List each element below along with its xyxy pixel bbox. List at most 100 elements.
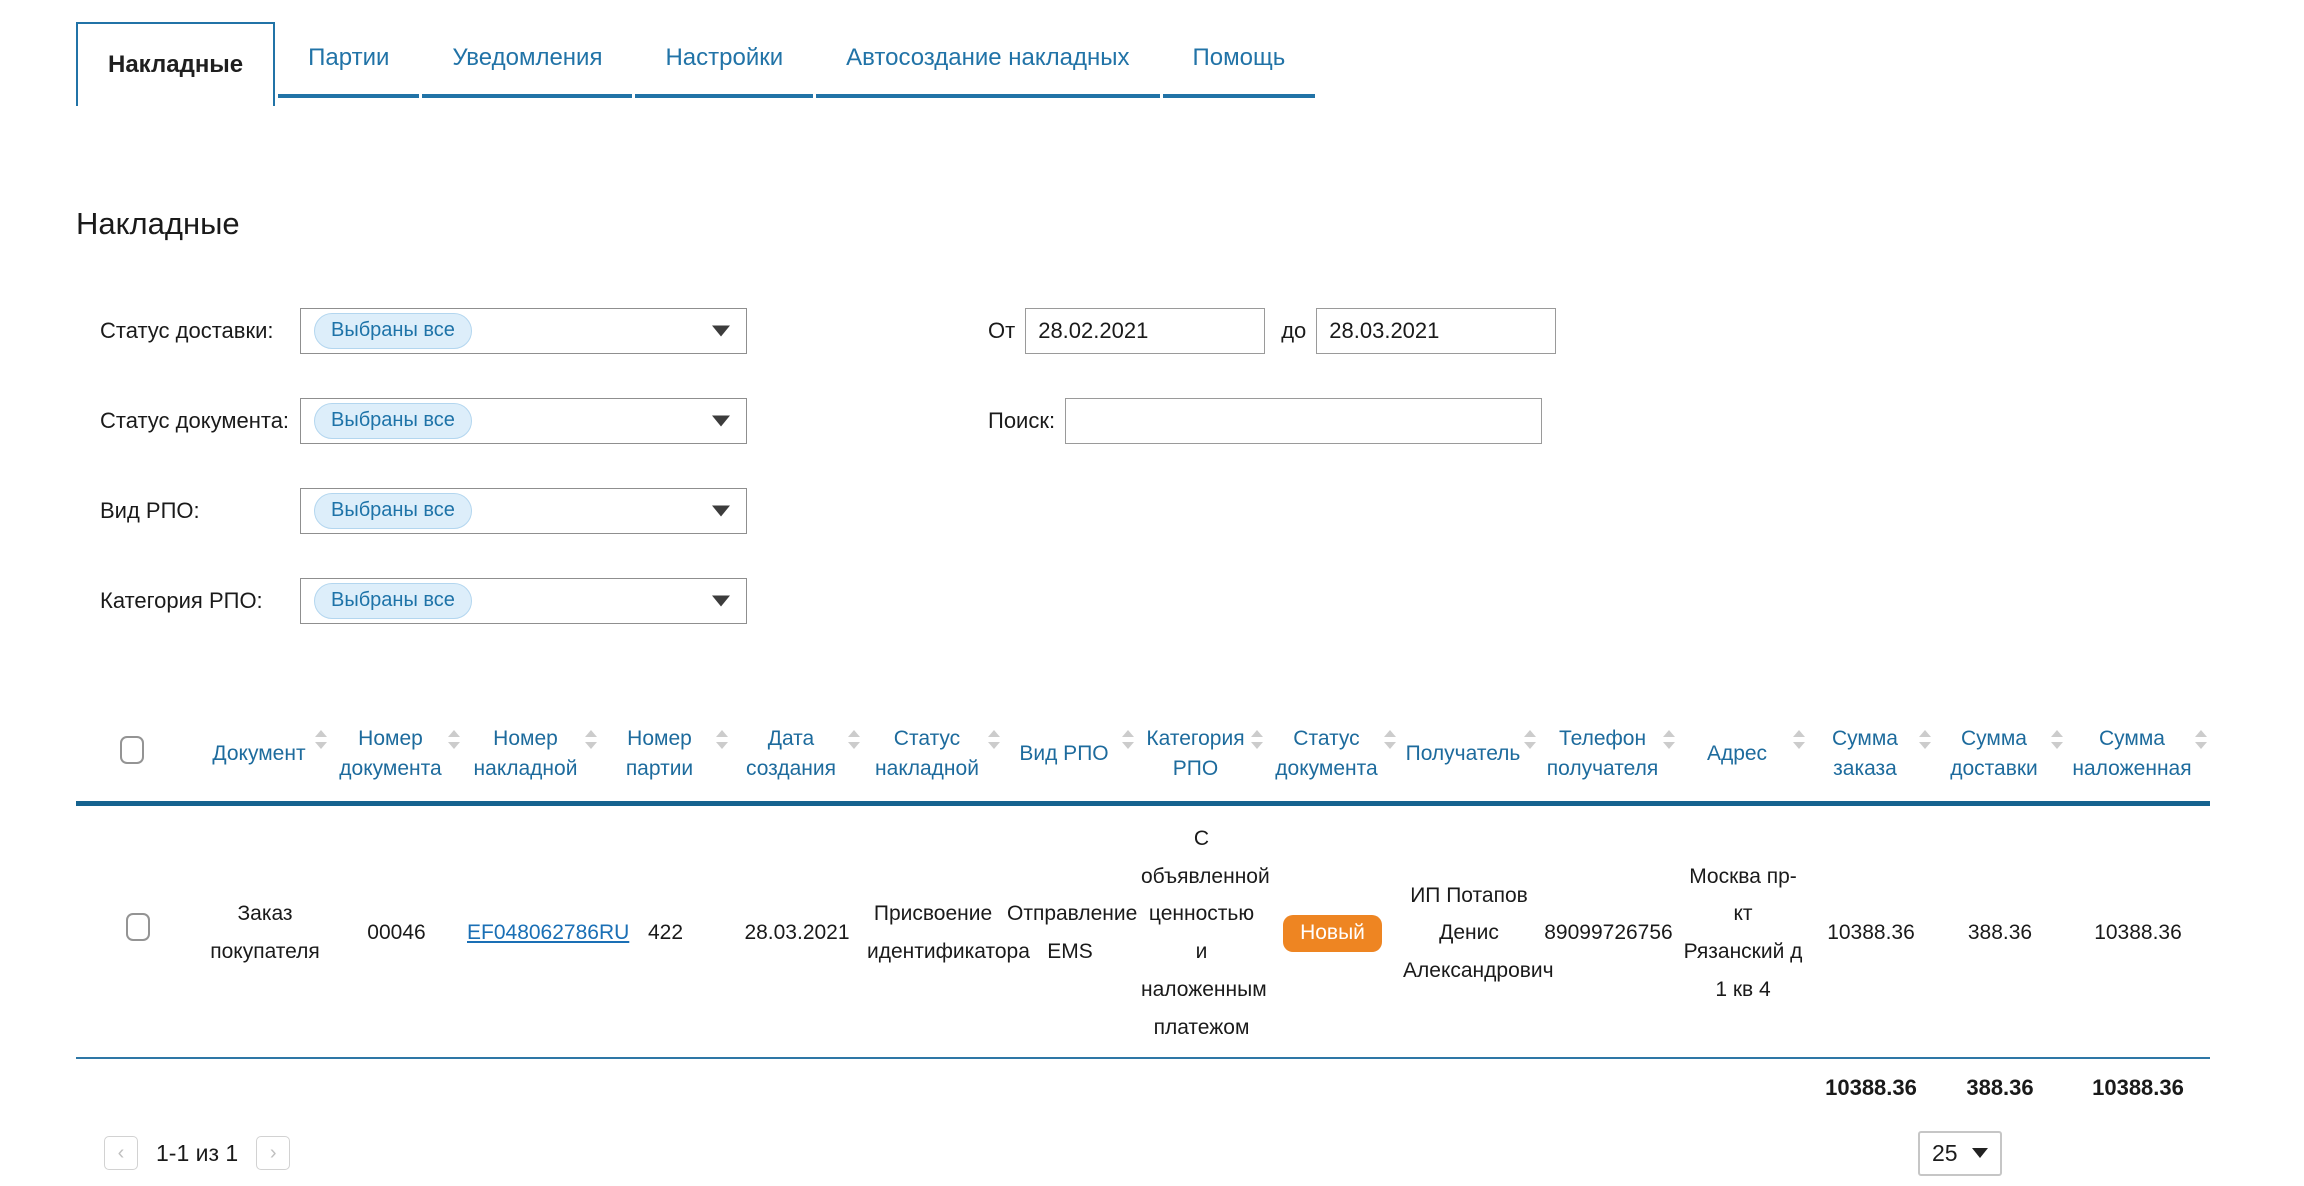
column-header-checkbox [76,714,200,803]
column-header-label: Сумма доставки [1950,727,2038,780]
column-header-doc-number[interactable]: Номер документа [330,714,463,803]
sort-icon[interactable] [1793,730,1805,749]
column-header-label: Сумма наложенная [2072,727,2191,780]
tab-partii[interactable]: Партии [278,22,419,98]
document-status-select[interactable]: Выбраны все [300,398,747,444]
filter-row-search: Поиск: [988,398,1556,444]
cell-delivery-sum: 388.36 [1934,803,2066,1057]
chevron-right-icon: › [270,1143,277,1163]
pagination-bar: ‹ 1-1 из 1 › 25 [76,1131,2210,1176]
column-header-order-sum[interactable]: Сумма заказа [1808,714,1934,803]
table-header-row: Документ Номер документа Номер накладной… [76,714,2210,803]
total-delivery-sum: 388.36 [1934,1058,2066,1101]
chevron-down-icon [712,416,730,427]
cell-waybill-number: EF048062786RU [463,803,600,1057]
column-header-doc-status[interactable]: Статус документа [1266,714,1399,803]
rpo-category-select[interactable]: Выбраны все [300,578,747,624]
sort-icon[interactable] [848,730,860,749]
sort-icon[interactable] [1251,730,1263,749]
sort-icon[interactable] [315,730,327,749]
column-header-label: Номер документа [339,727,441,780]
column-header-label: Адрес [1707,742,1767,765]
tab-uvedomleniya[interactable]: Уведомления [422,22,632,98]
column-header-label: Статус накладной [875,727,979,780]
table-row: Заказ покупателя 00046 EF048062786RU 422… [76,803,2210,1057]
filter-row-rpo-type: Вид РПО: Выбраны все [76,488,2304,534]
filter-row-dates: От до [988,308,1556,354]
pagination-info: 1-1 из 1 [156,1140,238,1167]
tab-nastroyki[interactable]: Настройки [635,22,813,98]
delivery-status-label: Статус доставки: [100,318,300,344]
waybills-table: Документ Номер документа Номер накладной… [76,714,2210,1101]
column-header-label: Сумма заказа [1832,727,1898,780]
search-input[interactable] [1065,398,1542,444]
column-header-rpo-category[interactable]: Категория РПО [1137,714,1266,803]
column-header-waybill-number[interactable]: Номер накладной [463,714,600,803]
sort-icon[interactable] [1384,730,1396,749]
column-header-label: Дата создания [746,727,836,780]
sort-icon[interactable] [448,730,460,749]
date-to-label: до [1281,318,1306,344]
cell-order-sum: 10388.36 [1808,803,1934,1057]
page-title: Накладные [76,206,2304,242]
cell-document: Заказ покупателя [200,803,330,1057]
sort-icon[interactable] [1122,730,1134,749]
column-header-label: Номер накладной [474,727,578,780]
column-header-recipient[interactable]: Получатель [1399,714,1539,803]
rpo-type-select[interactable]: Выбраны все [300,488,747,534]
page-size-select[interactable]: 25 [1918,1131,2002,1176]
sort-icon[interactable] [716,730,728,749]
column-header-label: Телефон получателя [1547,727,1659,780]
column-header-cod-sum[interactable]: Сумма наложенная [2066,714,2210,803]
cell-recipient-phone: 89099726756 [1539,803,1678,1057]
column-header-label: Категория РПО [1146,727,1244,780]
column-header-label: Документ [212,742,305,765]
cell-recipient: ИП Потапов Денис Александрович [1399,803,1539,1057]
column-header-document[interactable]: Документ [200,714,330,803]
chevron-down-icon [712,326,730,337]
totals-spacer [76,1058,1808,1101]
selected-all-chip: Выбраны все [314,493,472,529]
delivery-status-select[interactable]: Выбраны все [300,308,747,354]
filter-row-rpo-category: Категория РПО: Выбраны все [76,578,2304,624]
tab-avtosozdanie-nakladnyh[interactable]: Автосоздание накладных [816,22,1159,98]
column-header-label: Номер партии [626,727,693,780]
sort-icon[interactable] [2195,730,2207,749]
column-header-batch-number[interactable]: Номер партии [600,714,731,803]
chevron-down-icon [712,596,730,607]
date-to-input[interactable] [1316,308,1556,354]
select-all-checkbox[interactable] [120,736,144,764]
total-cod-sum: 10388.36 [2066,1058,2210,1101]
column-header-label: Статус документа [1275,727,1377,780]
rpo-category-label: Категория РПО: [100,588,300,614]
filters-panel: Статус доставки: Выбраны все Статус доку… [76,308,2304,624]
cell-created-date: 28.03.2021 [731,803,863,1057]
row-checkbox[interactable] [126,913,150,941]
column-header-address[interactable]: Адрес [1678,714,1808,803]
prev-page-button[interactable]: ‹ [104,1136,138,1170]
total-order-sum: 10388.36 [1808,1058,1934,1101]
column-header-waybill-status[interactable]: Статус накладной [863,714,1003,803]
selected-all-chip: Выбраны все [314,313,472,349]
cell-rpo-type: Отправление EMS [1003,803,1137,1057]
document-status-label: Статус документа: [100,408,300,434]
column-header-recipient-phone[interactable]: Телефон получателя [1539,714,1678,803]
column-header-rpo-type[interactable]: Вид РПО [1003,714,1137,803]
next-page-button[interactable]: › [256,1136,290,1170]
waybill-number-link[interactable]: EF048062786RU [467,921,629,944]
cell-doc-number: 00046 [330,803,463,1057]
column-header-created-date[interactable]: Дата создания [731,714,863,803]
cell-rpo-category: С объявленной ценностью и наложенным пла… [1137,803,1266,1057]
tab-pomosch[interactable]: Помощь [1163,22,1316,98]
column-header-delivery-sum[interactable]: Сумма доставки [1934,714,2066,803]
status-badge: Новый [1283,915,1382,952]
sort-icon[interactable] [2051,730,2063,749]
sort-icon[interactable] [1919,730,1931,749]
sort-icon[interactable] [988,730,1000,749]
sort-icon[interactable] [1663,730,1675,749]
date-from-input[interactable] [1025,308,1265,354]
cell-address: Москва пр-кт Рязанский д 1 кв 4 [1678,803,1808,1057]
sort-icon[interactable] [585,730,597,749]
tab-nakladnye[interactable]: Накладные [76,22,275,106]
sort-icon[interactable] [1524,730,1536,749]
